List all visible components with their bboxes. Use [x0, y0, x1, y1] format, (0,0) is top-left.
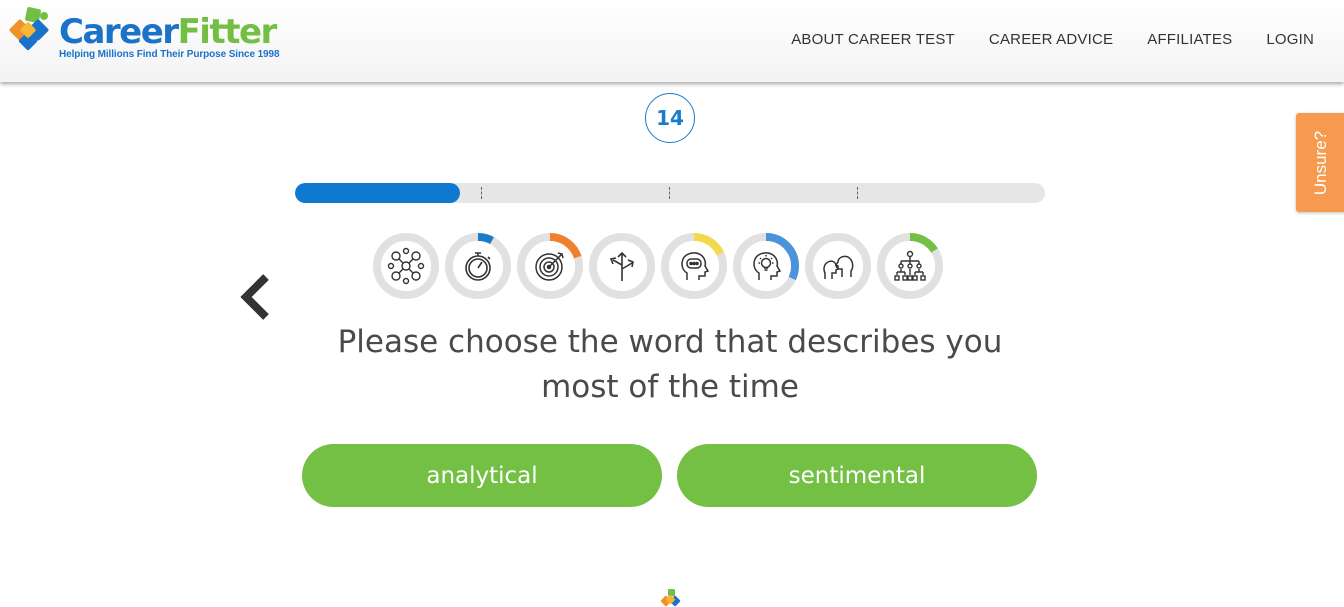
progress-section-divider [669, 187, 670, 199]
answer-button-analytical[interactable]: analytical [302, 444, 662, 507]
back-button[interactable] [236, 273, 276, 321]
org-chart-icon [894, 250, 926, 281]
crossroads-arrows-icon [609, 251, 634, 281]
logo-tagline: Helping Millions Find Their Purpose Sinc… [59, 49, 280, 60]
nav-login[interactable]: LOGIN [1266, 31, 1314, 48]
people-network-icon [387, 247, 425, 285]
progress-bar [295, 183, 1045, 203]
category-stopwatch [445, 233, 511, 299]
logo-word-career: Career [59, 12, 179, 52]
unsure-tab[interactable]: Unsure? [1296, 113, 1344, 212]
progress-section-divider [857, 187, 858, 199]
site-header: CareerFitter Helping Millions Find Their… [0, 0, 1344, 82]
category-target [517, 233, 583, 299]
target-icon [535, 252, 564, 281]
question-text: Please choose the word that describes yo… [337, 324, 1003, 405]
progress-fill [295, 183, 460, 203]
careerfitter-logo[interactable]: CareerFitter Helping Millions Find Their… [8, 6, 298, 70]
logo-wordmark: CareerFitter [59, 12, 278, 52]
category-head-speech [661, 233, 727, 299]
head-lightbulb-icon [753, 252, 782, 280]
footer-puzzle-logo-icon [660, 589, 681, 607]
nav-about-career-test[interactable]: ABOUT CAREER TEST [791, 31, 955, 48]
question-number-badge: 14 [645, 93, 695, 143]
answer-button-sentimental[interactable]: sentimental [677, 444, 1037, 507]
category-icons [373, 233, 943, 299]
nav-career-advice[interactable]: CAREER ADVICE [989, 31, 1113, 48]
head-speech-icon [681, 252, 710, 280]
logo-word-fitter: Fitter [177, 12, 278, 52]
category-two-faces [805, 233, 871, 299]
category-crossroads [589, 233, 655, 299]
category-org-chart [877, 233, 943, 299]
nav-affiliates[interactable]: AFFILIATES [1147, 31, 1232, 48]
category-people-network [373, 233, 439, 299]
stopwatch-icon [465, 252, 491, 281]
two-faces-icon [823, 255, 854, 279]
unsure-label: Unsure? [1311, 130, 1330, 195]
progress-section-divider [481, 187, 482, 199]
main-nav: ABOUT CAREER TEST CAREER ADVICE AFFILIAT… [791, 31, 1314, 48]
category-head-lightbulb [733, 233, 799, 299]
chevron-left-icon [240, 274, 269, 320]
puzzle-logo-icon [9, 7, 49, 51]
